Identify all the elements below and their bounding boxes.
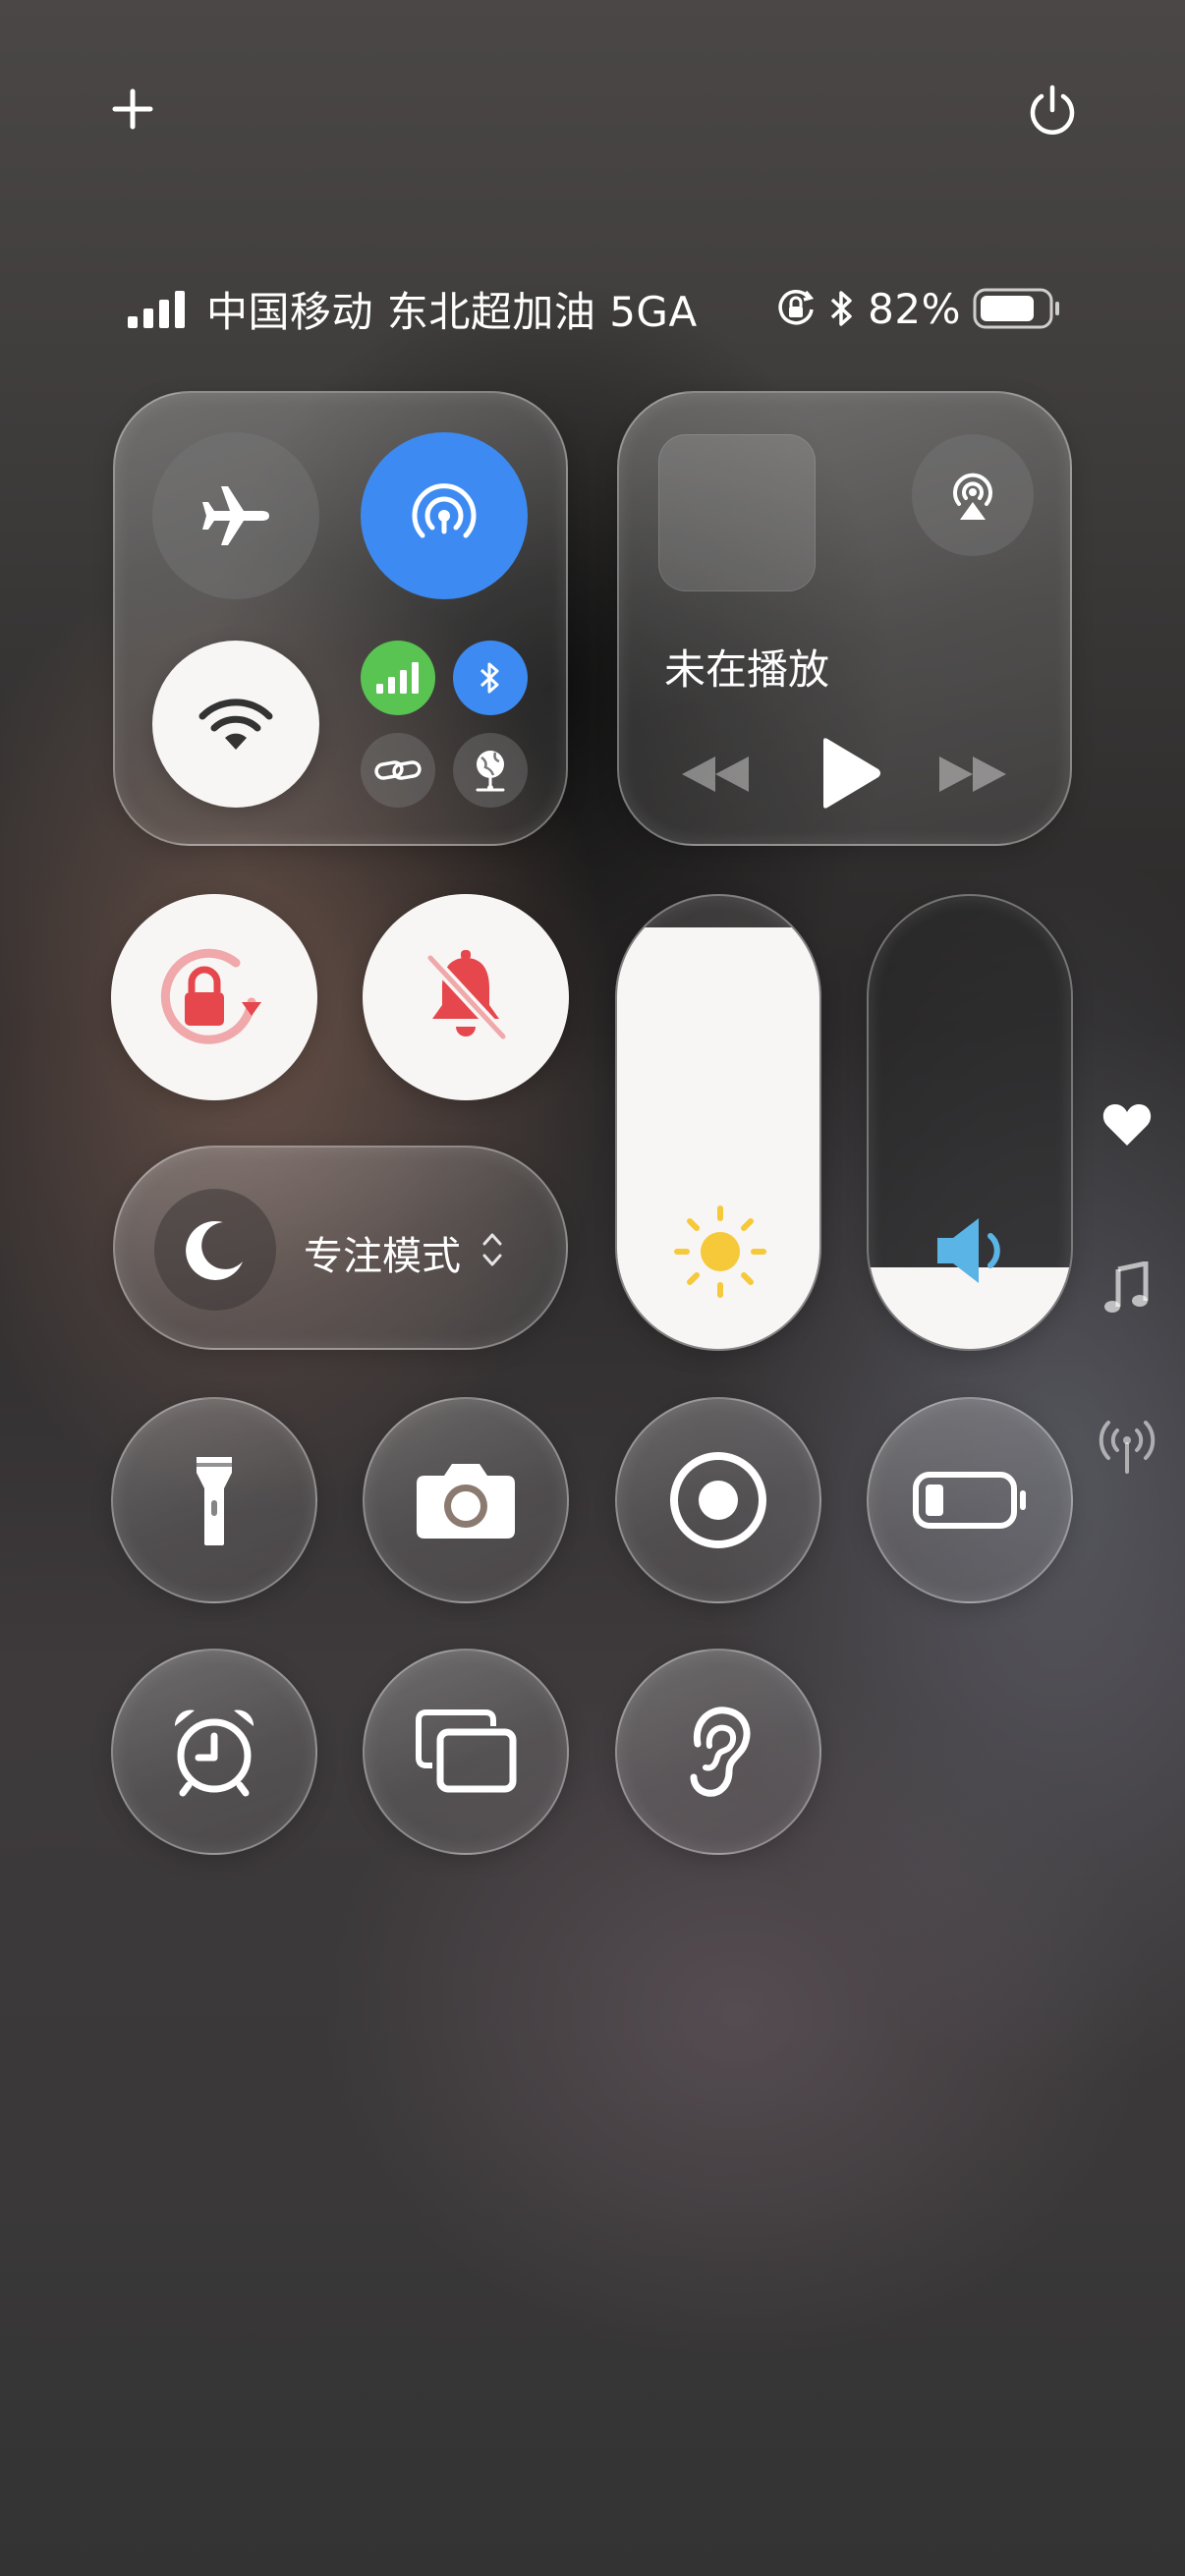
vpn-button[interactable]	[453, 733, 528, 808]
link-button[interactable]	[361, 733, 435, 808]
rewind-icon	[682, 756, 749, 792]
fast-forward-icon	[939, 756, 1006, 792]
battery-percent: 82%	[868, 284, 961, 333]
camera-icon	[417, 1464, 515, 1539]
now-playing-title: 未在播放	[664, 645, 830, 694]
low-power-mode-button[interactable]	[867, 1397, 1073, 1603]
focus-mode-button[interactable]: 专注模式	[113, 1146, 568, 1350]
heart-icon	[1102, 1104, 1152, 1146]
orientation-lock-icon	[160, 948, 261, 1044]
silent-mode-button[interactable]	[363, 894, 569, 1100]
alarm-clock-icon	[174, 1709, 254, 1797]
album-art	[658, 434, 816, 591]
battery-icon	[973, 288, 1059, 329]
screen-record-button[interactable]	[615, 1397, 821, 1603]
cellular-icon	[376, 662, 419, 694]
antenna-icon	[1099, 1421, 1156, 1474]
link-icon	[374, 760, 422, 780]
focus-icon-circle	[154, 1189, 276, 1311]
screen-mirroring-button[interactable]	[363, 1649, 569, 1855]
cellular-button[interactable]	[361, 641, 435, 715]
screen-record-icon	[670, 1452, 766, 1548]
airplane-icon	[202, 486, 269, 545]
speaker-icon	[937, 1218, 1000, 1283]
flashlight-icon	[197, 1457, 232, 1545]
volume-slider[interactable]	[867, 894, 1073, 1351]
brightness-slider[interactable]	[615, 894, 821, 1351]
power-icon	[1030, 84, 1075, 135]
low-power-icon	[913, 1472, 1026, 1529]
bluetooth-icon	[480, 662, 499, 694]
orientation-lock-button[interactable]	[111, 894, 317, 1100]
orientation-lock-icon	[778, 290, 815, 325]
chevron-up-down-icon	[482, 1233, 502, 1266]
moon-icon	[186, 1220, 243, 1280]
wifi-icon	[198, 699, 273, 750]
airplay-button[interactable]	[912, 434, 1034, 556]
play-button[interactable]	[818, 737, 882, 810]
add-button[interactable]	[88, 65, 177, 153]
airplay-icon	[953, 473, 992, 520]
camera-button[interactable]	[363, 1397, 569, 1603]
signal-icon	[128, 291, 185, 328]
carrier-label: 中国移动 东北超加油 5GA	[206, 287, 698, 336]
alarm-button[interactable]	[111, 1649, 317, 1855]
focus-mode-label: 专注模式	[304, 1234, 461, 1279]
hearing-button[interactable]	[615, 1649, 821, 1855]
flashlight-button[interactable]	[111, 1397, 317, 1603]
bluetooth-button[interactable]	[453, 641, 528, 715]
bluetooth-icon	[830, 291, 852, 326]
screen-mirror-icon	[416, 1709, 517, 1793]
wifi-button[interactable]	[152, 641, 319, 808]
music-note-icon	[1104, 1261, 1149, 1313]
previous-track-button[interactable]	[680, 753, 751, 796]
media-panel: 未在播放	[617, 391, 1072, 846]
plus-icon	[112, 88, 153, 130]
next-track-button[interactable]	[937, 753, 1008, 796]
status-bar: 中国移动 东北超加油 5GA 82%	[128, 277, 1061, 340]
sun-icon	[674, 1205, 766, 1298]
airdrop-icon	[412, 483, 477, 538]
bell-slash-icon	[425, 950, 508, 1041]
ear-icon	[690, 1707, 751, 1797]
airdrop-button[interactable]	[361, 432, 528, 599]
power-button[interactable]	[1008, 67, 1097, 155]
play-icon	[823, 738, 880, 809]
globe-network-icon	[476, 751, 505, 792]
airplane-mode-button[interactable]	[152, 432, 319, 599]
connectivity-panel	[113, 391, 568, 846]
